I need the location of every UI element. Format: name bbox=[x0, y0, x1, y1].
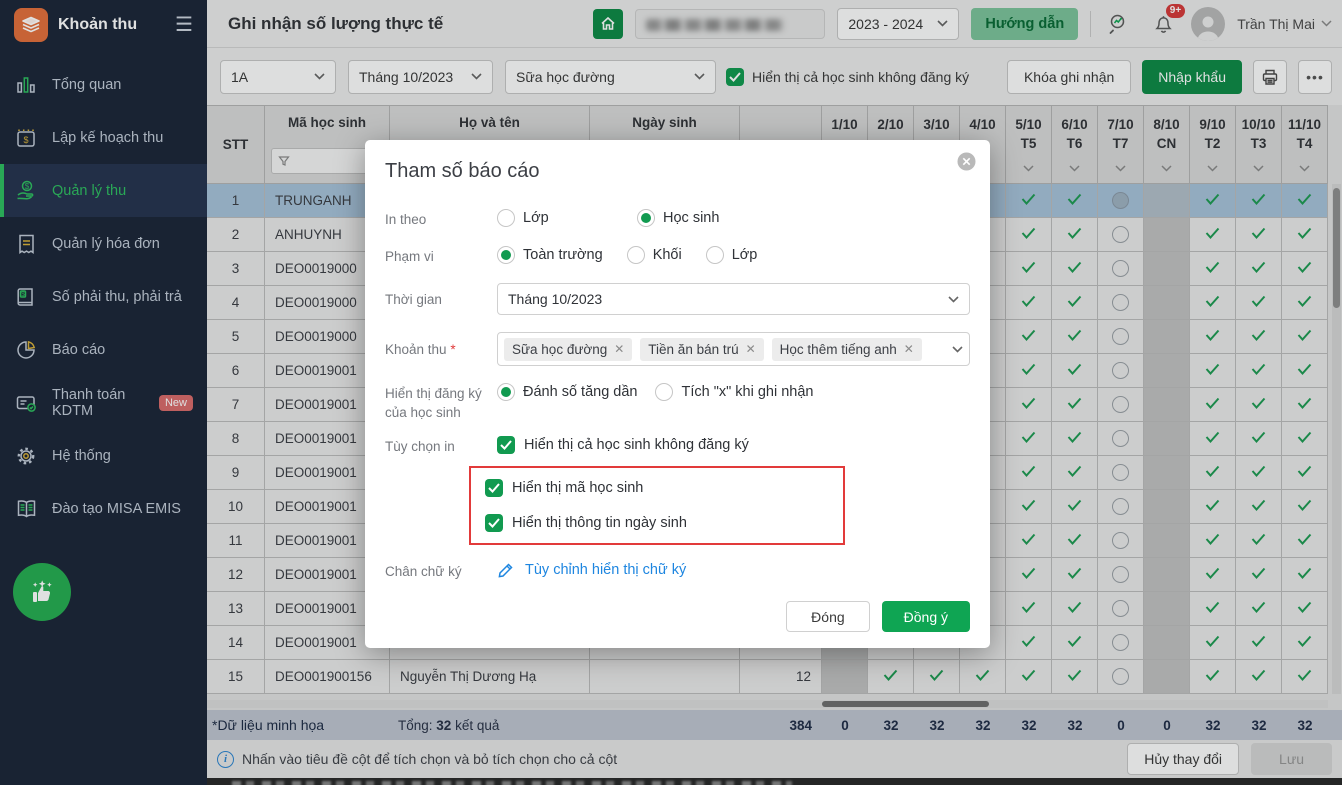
print-by-option-1[interactable]: Học sinh bbox=[637, 209, 777, 227]
fee-tag: Tiền ăn bán trú ✕ bbox=[640, 337, 764, 361]
display-mode-option-1[interactable]: Tích "x" khi ghi nhận bbox=[655, 383, 814, 402]
modal-ok-button[interactable]: Đồng ý bbox=[881, 601, 970, 632]
radio-unchecked-icon bbox=[705, 246, 724, 265]
time-period-value: Tháng 10/2023 bbox=[508, 291, 603, 308]
remove-tag-icon[interactable]: ✕ bbox=[614, 342, 624, 356]
option-show-unregistered[interactable]: Hiển thị cả học sinh không đăng ký bbox=[497, 435, 749, 454]
radio-checked-icon bbox=[637, 209, 655, 227]
field-label-in-theo: In theo bbox=[385, 212, 427, 227]
radio-unchecked-icon bbox=[497, 209, 515, 227]
remove-tag-icon[interactable]: ✕ bbox=[746, 342, 756, 356]
fee-tag: Học thêm tiếng anh ✕ bbox=[771, 337, 922, 361]
checkbox-checked-icon bbox=[497, 435, 515, 454]
pencil-icon bbox=[498, 563, 513, 578]
time-period-select[interactable]: Tháng 10/2023 bbox=[497, 283, 970, 316]
checkbox-checked-icon bbox=[485, 514, 503, 533]
modal-close-button[interactable]: Đóng bbox=[786, 601, 870, 632]
field-label-pham-vi: Phạm vi bbox=[385, 249, 434, 265]
chevron-down-icon bbox=[948, 296, 959, 303]
display-mode-option-0[interactable]: Đánh số tăng dần bbox=[497, 383, 637, 402]
fee-multiselect[interactable]: Sữa học đường ✕ Tiền ăn bán trú ✕ Học thêm t… bbox=[497, 332, 970, 367]
close-icon[interactable] bbox=[957, 152, 976, 176]
field-label-chan-chu-ky: Chân chữ ký bbox=[385, 564, 462, 580]
field-label-hien-thi-dang-ky: Hiển thị đăng ký của học sinh bbox=[385, 386, 482, 420]
annotation-highlight-box: Hiển thị mã học sinh Hiển thị thông tin … bbox=[469, 466, 845, 546]
report-parameters-modal: Tham số báo cáo In theo Lớp Học sinh Phạ… bbox=[365, 140, 990, 648]
field-label-thoi-gian: Thời gian bbox=[385, 292, 442, 308]
scope-option-1[interactable]: Khối bbox=[626, 246, 682, 265]
scope-option-0[interactable]: Toàn trường bbox=[497, 246, 603, 265]
checkbox-checked-icon bbox=[485, 479, 503, 498]
app-screen: Khoản thu ☰ Tổng quan $ Lập kế hoạch thu $… bbox=[0, 0, 1342, 785]
radio-unchecked-icon bbox=[655, 383, 674, 402]
radio-checked-icon bbox=[497, 383, 515, 402]
scope-option-2[interactable]: Lớp bbox=[705, 246, 757, 265]
radio-unchecked-icon bbox=[626, 246, 645, 265]
signature-customize-link[interactable]: Tùy chỉnh hiển thị chữ ký bbox=[497, 561, 686, 579]
highlighted-option-1[interactable]: Hiển thị thông tin ngày sinh bbox=[485, 514, 829, 533]
chevron-down-icon bbox=[952, 346, 963, 353]
modal-title: Tham số báo cáo bbox=[385, 160, 540, 182]
radio-checked-icon bbox=[497, 246, 515, 265]
field-label-tuy-chon-in: Tùy chọn in bbox=[385, 438, 455, 454]
highlighted-option-0[interactable]: Hiển thị mã học sinh bbox=[485, 479, 829, 498]
fee-tag: Sữa học đường ✕ bbox=[504, 337, 633, 361]
field-label-khoan-thu: Khoản thu * bbox=[385, 342, 456, 358]
print-by-option-0[interactable]: Lớp bbox=[497, 209, 637, 227]
remove-tag-icon[interactable]: ✕ bbox=[904, 342, 914, 356]
